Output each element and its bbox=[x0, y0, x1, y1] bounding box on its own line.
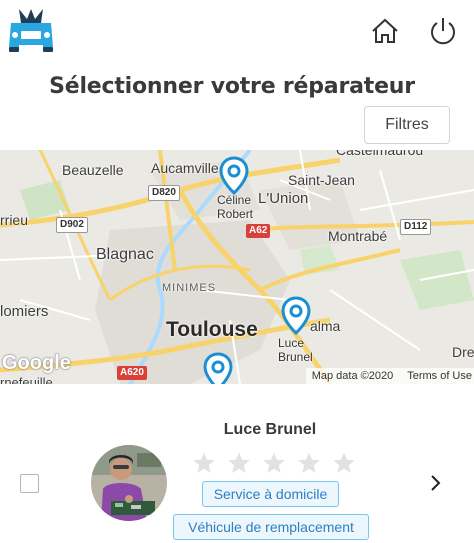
road-badge-a620: A620 bbox=[117, 366, 147, 380]
road-badge-d112: D112 bbox=[400, 219, 432, 235]
map-label-blagnac: Blagnac bbox=[96, 246, 154, 263]
map-attribution-bar: Map data ©2020 Terms of Use bbox=[305, 368, 474, 384]
map-label-minimes: MINIMES bbox=[162, 282, 217, 294]
tag-home-service: Service à domicile bbox=[202, 481, 339, 507]
map-marker-label: Luce Brunel bbox=[278, 336, 313, 364]
road-badge-a62: A62 bbox=[246, 224, 271, 238]
car-repair-logo-icon bbox=[5, 5, 57, 57]
next-button[interactable] bbox=[424, 472, 446, 494]
map-label-castelmaurou: Castelmaurou bbox=[336, 150, 424, 158]
rating-stars[interactable] bbox=[192, 451, 356, 475]
filters-button[interactable]: Filtres bbox=[364, 106, 450, 144]
map-label-toulouse: Toulouse bbox=[166, 318, 258, 341]
map-label-tournefeuille: rnefeuille bbox=[0, 375, 53, 384]
map-label-saint-jean: Saint-Jean bbox=[288, 172, 355, 188]
map-view[interactable]: Beauzelle Aucamville Saint-Jean L'Union … bbox=[0, 150, 474, 384]
page-title: Sélectionner votre réparateur bbox=[49, 74, 415, 99]
map-label-colomiers: lomiers bbox=[0, 303, 49, 320]
map-marker-third[interactable] bbox=[202, 352, 234, 384]
home-button[interactable] bbox=[368, 14, 402, 48]
map-pin-icon bbox=[281, 296, 311, 336]
app-header bbox=[0, 0, 474, 70]
map-marker-celine-robert[interactable] bbox=[218, 156, 250, 196]
select-repairer-checkbox[interactable] bbox=[20, 474, 39, 493]
home-icon bbox=[372, 18, 398, 43]
road-badge-d820: D820 bbox=[148, 185, 180, 201]
power-icon bbox=[431, 18, 455, 45]
map-label-montrabe: Montrabé bbox=[328, 228, 388, 244]
star-icon[interactable] bbox=[192, 451, 216, 475]
map-marker-luce-brunel[interactable] bbox=[280, 296, 312, 336]
map-label-dremil: Dre bbox=[452, 344, 474, 360]
logout-button[interactable] bbox=[426, 14, 460, 48]
map-label-parrieu: rrieu bbox=[0, 212, 29, 228]
map-marker-label: Céline Robert bbox=[217, 193, 254, 221]
star-icon[interactable] bbox=[332, 451, 356, 475]
road-badge-d902: D902 bbox=[56, 217, 88, 233]
map-label-lunion: L'Union bbox=[258, 190, 309, 207]
tag-replacement-vehicle: Véhicule de remplacement bbox=[173, 514, 369, 540]
map-label-balma: alma bbox=[310, 318, 341, 334]
map-pin-icon bbox=[203, 352, 233, 384]
chevron-right-icon bbox=[431, 475, 441, 491]
avatar bbox=[91, 445, 167, 521]
terms-of-use-link[interactable]: Terms of Use bbox=[407, 370, 472, 382]
map-label-aucamville: Aucamville bbox=[151, 160, 219, 176]
map-label-beauzelle: Beauzelle bbox=[62, 162, 124, 178]
repairer-name: Luce Brunel bbox=[223, 421, 317, 438]
google-logo: Google bbox=[2, 352, 71, 374]
star-icon[interactable] bbox=[227, 451, 251, 475]
map-pin-icon bbox=[219, 156, 249, 196]
map-attribution: Map data ©2020 bbox=[311, 370, 394, 382]
star-icon[interactable] bbox=[297, 451, 321, 475]
star-icon[interactable] bbox=[262, 451, 286, 475]
